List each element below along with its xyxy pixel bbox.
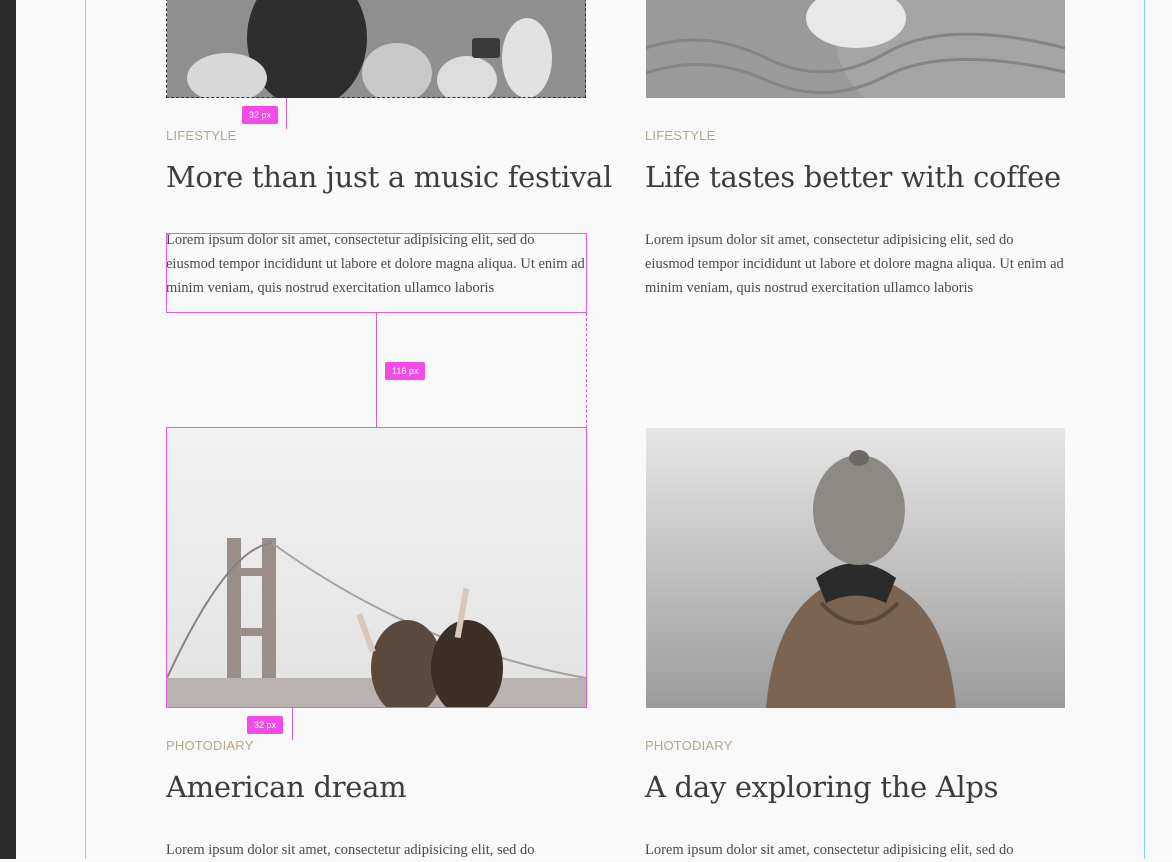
knit-sweater-image[interactable] (646, 0, 1065, 98)
spacing-guide-dashed (586, 313, 587, 428)
left-panel-edge (0, 0, 16, 859)
category-label: PHOTODIARY (645, 738, 733, 753)
category-label: LIFESTYLE (166, 128, 237, 143)
left-layout-guide (85, 0, 86, 859)
article-title[interactable]: Life tastes better with coffee (645, 160, 1061, 194)
spacing-badge: 32 px (247, 716, 284, 734)
spacing-line (292, 708, 293, 740)
category-label: PHOTODIARY (166, 738, 254, 753)
spacing-line (376, 313, 377, 428)
hovered-image-outline (166, 427, 587, 708)
selected-image-outline (166, 0, 586, 98)
category-label: LIFESTYLE (645, 128, 716, 143)
article-excerpt: Lorem ipsum dolor sit amet, consectetur … (645, 842, 1014, 858)
article-title[interactable]: American dream (166, 770, 407, 804)
spacing-badge: 32 px (242, 106, 279, 124)
spacing-badge: 116 px (385, 362, 426, 380)
article-title[interactable]: A day exploring the Alps (645, 770, 999, 804)
article-excerpt: Lorem ipsum dolor sit amet, consectetur … (166, 842, 535, 858)
selected-text-outline (166, 233, 587, 313)
right-layout-guide (1144, 0, 1145, 859)
article-excerpt: Lorem ipsum dolor sit amet, consectetur … (645, 232, 1064, 296)
spacing-line (286, 98, 287, 129)
article-title[interactable]: More than just a music festival (166, 160, 612, 194)
hiker-alps-image[interactable] (646, 428, 1065, 708)
